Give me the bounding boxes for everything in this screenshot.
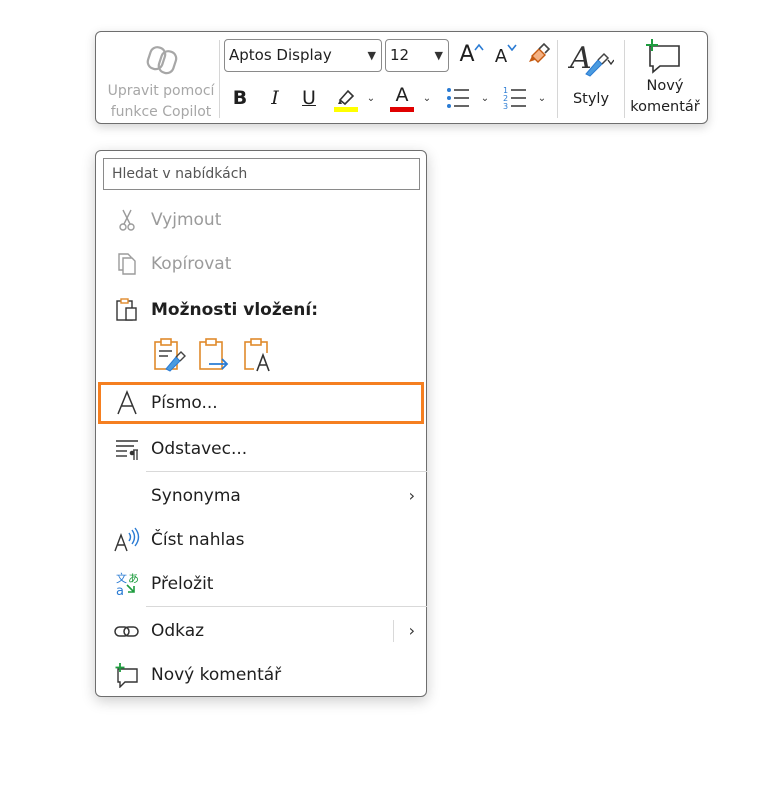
new-comment-label-line2: komentář [630,99,700,115]
caret-down-icon [507,44,517,51]
menu-item-paragraph[interactable]: Odstavec... [96,428,427,470]
styles-icon: A [568,41,614,77]
bullets-button[interactable] [443,83,473,113]
paste-merge-icon [199,338,229,370]
paste-text-only-icon [244,338,272,372]
paste-keep-source-formatting-button[interactable] [152,337,186,373]
font-icon [117,390,137,415]
menu-item-font[interactable]: Písmo... [96,382,427,424]
split-divider [393,620,394,642]
new-comment-button[interactable]: Nový komentář [627,36,703,120]
font-color-button[interactable]: A [387,83,417,113]
font-size-value: 12 [390,46,410,64]
new-comment-icon [646,39,680,74]
caret-up-icon [474,43,484,51]
font-name-combo[interactable]: Aptos Display ▼ [224,39,382,72]
bold-button[interactable]: B [225,83,255,113]
highlighter-icon [334,89,358,112]
format-painter-button[interactable] [524,40,554,70]
svg-text:A: A [568,41,592,76]
chevron-down-icon[interactable]: ⌄ [364,84,378,114]
copy-icon [118,253,136,275]
underline-button[interactable]: U [294,83,324,113]
paste-icon [116,298,137,321]
format-painter-icon [529,42,551,63]
font-color-swatch [390,107,414,112]
menu-search-box[interactable] [103,158,420,190]
menu-item-label: Číst nahlas [151,530,245,550]
svg-text:文: 文 [116,571,127,585]
menu-item-label: Synonyma [151,486,241,506]
menu-item-copy[interactable]: Kopírovat [96,243,427,285]
italic-button[interactable]: I [260,83,290,113]
chevron-right-icon[interactable]: › [409,610,415,652]
chevron-down-icon: ▼ [434,49,443,62]
paragraph-icon [116,440,138,460]
chevron-down-icon: ▼ [367,49,376,62]
copilot-icon [146,46,178,75]
toolbar-separator [219,40,220,118]
menu-item-label: Přeložit [151,574,214,594]
paste-merge-formatting-button[interactable] [197,337,231,373]
menu-item-label: Nový komentář [151,665,282,685]
menu-item-label: Písmo... [151,393,218,413]
read-aloud-icon [114,527,140,552]
menu-item-read-aloud[interactable]: Číst nahlas [96,519,427,561]
chevron-down-icon[interactable]: ⌄ [478,84,492,114]
mini-toolbar: Upravit pomocí funkce Copilot Aptos Disp… [95,31,708,124]
chevron-down-icon[interactable]: ⌄ [420,84,434,114]
italic-letter: I [271,87,279,109]
menu-item-label: Možnosti vložení: [151,300,319,320]
new-comment-icon [115,663,138,688]
menu-paste-options-header: Možnosti vložení: [96,289,427,331]
translate-icon: 文 あ a [116,571,139,597]
styles-button[interactable]: A Styly [562,36,624,120]
menu-item-label: Kopírovat [151,254,232,274]
chevron-right-icon: › [408,486,415,505]
menu-item-label: Odkaz [151,621,205,641]
menu-divider [146,606,427,607]
context-menu: Vyjmout Kopírovat Možnosti vložení: [95,150,427,697]
copilot-label-line2: funkce Copilot [110,104,212,120]
font-color-letter: A [395,84,409,106]
menu-item-cut[interactable]: Vyjmout [96,199,427,241]
highlight-button[interactable] [331,83,361,113]
svg-text:a: a [116,584,124,597]
svg-text:3: 3 [503,102,508,111]
link-icon [114,626,139,637]
toolbar-separator [557,40,558,118]
underline-letter: U [302,87,316,109]
menu-item-label: Vyjmout [151,210,222,230]
copilot-label-line1: Upravit pomocí [107,83,215,99]
menu-item-synonyms[interactable]: Synonyma › [96,475,427,517]
menu-item-link[interactable]: Odkaz › [96,610,427,652]
svg-text:あ: あ [128,572,139,585]
scissors-icon [119,209,135,231]
chevron-down-icon[interactable]: ⌄ [535,84,549,114]
menu-divider [146,471,427,472]
font-size-combo[interactable]: 12 ▼ [385,39,449,72]
new-comment-label-line1: Nový [646,78,684,94]
copilot-button[interactable]: Upravit pomocí funkce Copilot [102,38,220,120]
styles-label: Styly [572,91,610,107]
numbered-list-icon: 1 2 3 [503,86,526,111]
shrink-font-button[interactable]: A [490,40,520,70]
bold-letter: B [232,87,248,109]
menu-item-label: Odstavec... [151,439,248,459]
bullet-list-icon [447,88,469,108]
font-name-value: Aptos Display [229,46,332,64]
menu-item-translate[interactable]: 文 あ a Přeložit [96,563,427,605]
toolbar-separator [624,40,625,118]
paste-text-only-button[interactable] [242,337,276,373]
menu-item-new-comment[interactable]: Nový komentář [96,654,427,696]
numbering-button[interactable]: 1 2 3 [500,83,530,113]
menu-search-input[interactable] [104,159,419,189]
grow-font-button[interactable]: A [454,40,484,70]
paste-keep-formatting-icon [154,338,186,372]
